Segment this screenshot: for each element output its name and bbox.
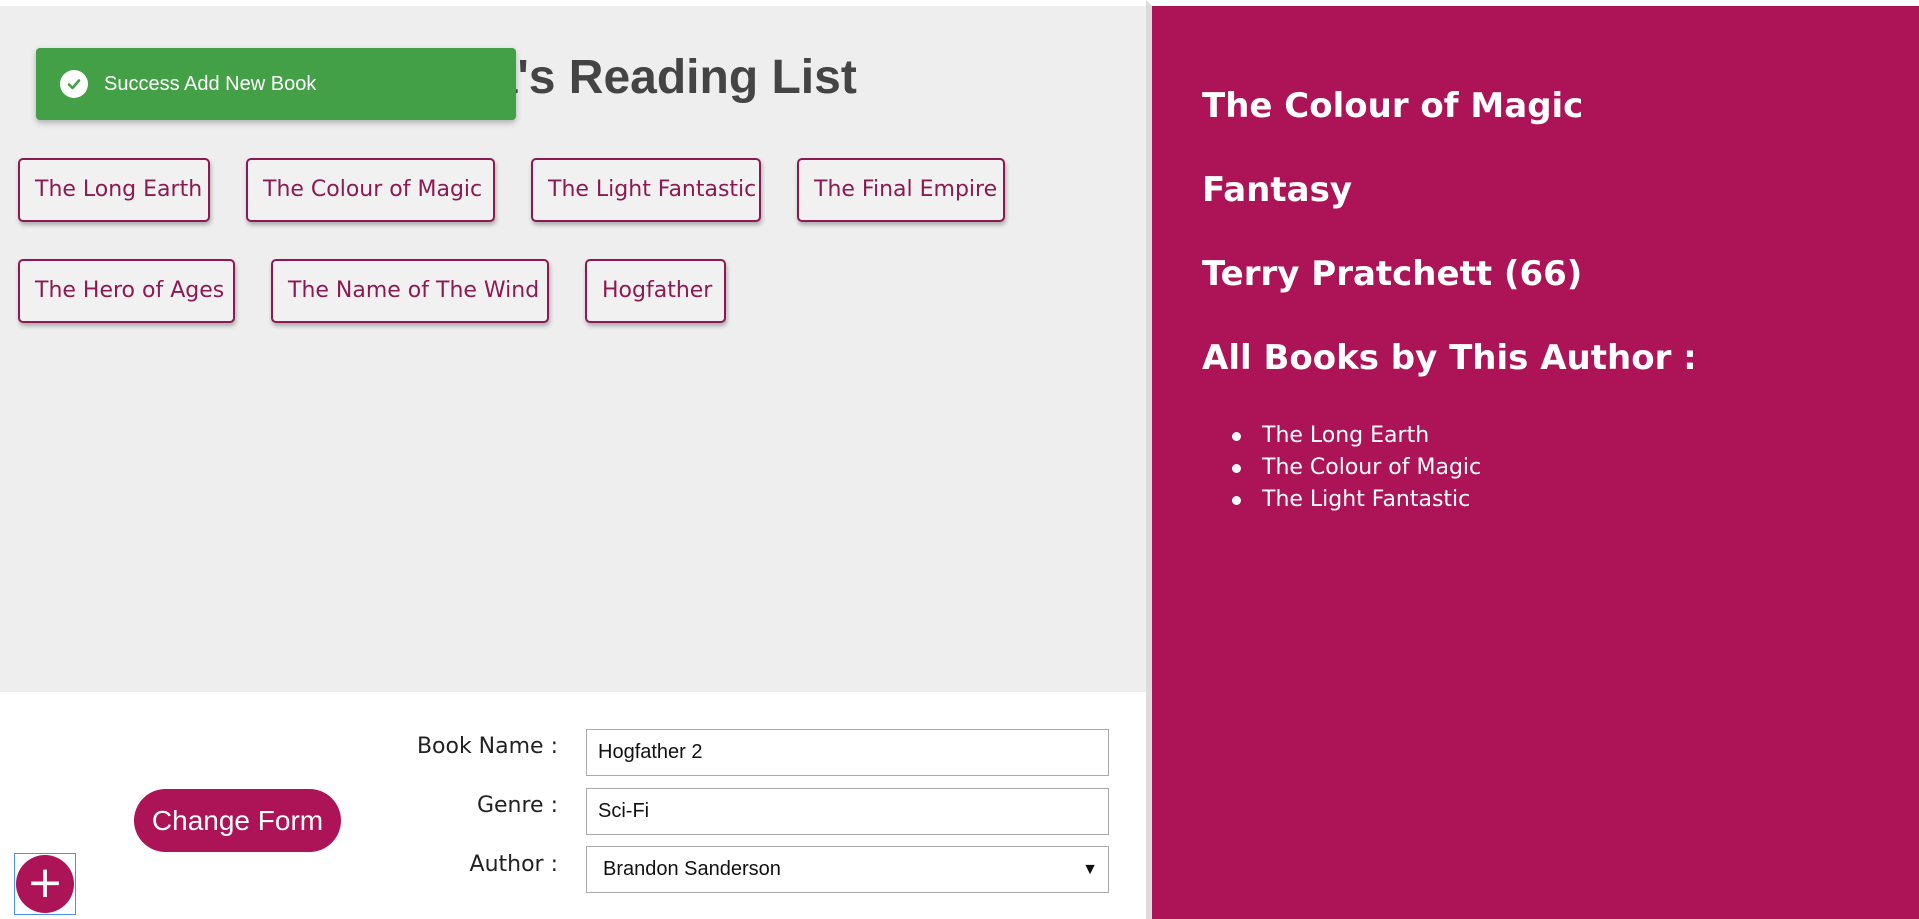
detail-book-name: The Colour of Magic — [1202, 86, 1584, 126]
author-select[interactable]: Brandon Sanderson ▼ — [586, 846, 1109, 893]
dropdown-arrow-icon: ▼ — [1082, 861, 1098, 878]
all-books-heading: All Books by This Author : — [1202, 338, 1697, 378]
book-item-the-hero-of-ages[interactable]: The Hero of Ages — [18, 259, 235, 323]
book-item-the-light-fantastic[interactable]: The Light Fantastic — [531, 158, 761, 222]
list-item: The Long Earth — [1232, 420, 1481, 452]
list-item: The Light Fantastic — [1232, 484, 1481, 516]
book-name-label: Book Name : — [416, 734, 558, 759]
book-item-hogfather[interactable]: Hogfather — [585, 259, 726, 323]
genre-input[interactable]: Sci-Fi — [586, 788, 1109, 835]
toast-message: Success Add New Book — [104, 72, 317, 95]
reading-list-panel: Ninja's Reading List The Long Earth The … — [0, 0, 1146, 919]
author-books-list: The Long Earth The Colour of Magic The L… — [1232, 420, 1481, 516]
check-circle-icon — [60, 70, 88, 98]
book-item-the-colour-of-magic[interactable]: The Colour of Magic — [246, 158, 495, 222]
change-form-button[interactable]: Change Form — [134, 789, 341, 852]
book-item-the-final-empire[interactable]: The Final Empire — [797, 158, 1005, 222]
list-item: The Colour of Magic — [1232, 452, 1481, 484]
genre-label: Genre : — [476, 793, 558, 818]
book-item-the-name-of-the-wind[interactable]: The Name of The Wind — [271, 259, 549, 323]
success-toast: Success Add New Book — [36, 48, 516, 120]
author-select-value: Brandon Sanderson — [603, 858, 781, 880]
detail-genre: Fantasy — [1202, 170, 1352, 210]
add-book-button[interactable]: + — [14, 853, 76, 915]
add-book-form: Book Name : Hogfather 2 Genre : Sci-Fi A… — [0, 692, 1146, 919]
author-label: Author : — [469, 852, 558, 877]
book-details-panel: The Colour of Magic Fantasy Terry Pratch… — [1146, 0, 1919, 919]
plus-icon: + — [16, 855, 74, 913]
book-item-the-long-earth[interactable]: The Long Earth — [18, 158, 210, 222]
book-name-input[interactable]: Hogfather 2 — [586, 729, 1109, 776]
detail-author: Terry Pratchett (66) — [1202, 254, 1583, 294]
